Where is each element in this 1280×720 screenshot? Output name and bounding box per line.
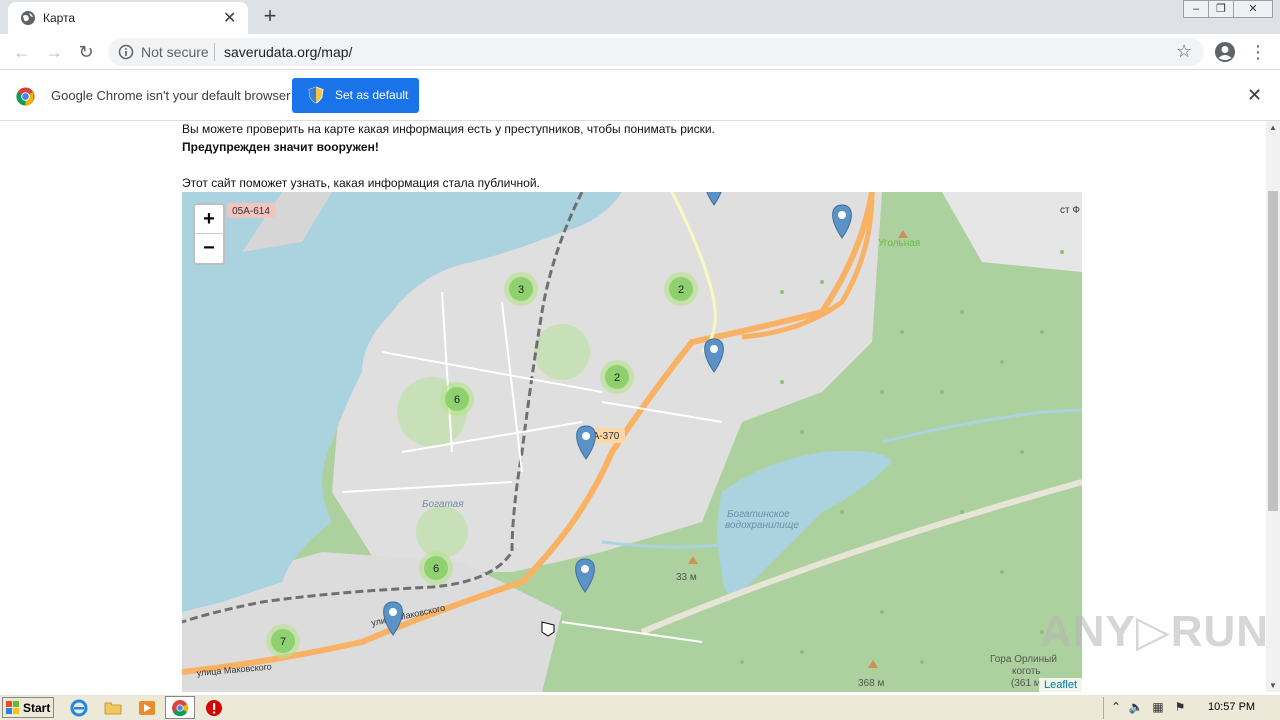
tab-strip: Карта ✕ + – ❐ ✕ xyxy=(0,0,1280,34)
network-icon[interactable]: ▦ xyxy=(1150,700,1166,716)
chrome-icon xyxy=(172,700,189,717)
zoom-out-button[interactable]: − xyxy=(195,234,223,263)
url-text[interactable]: saverudata.org/map/ xyxy=(224,44,352,60)
label-reservoir-1: Богатинское xyxy=(727,509,790,520)
tab-karta[interactable]: Карта ✕ xyxy=(8,2,248,34)
scroll-thumb[interactable] xyxy=(1268,191,1278,511)
marker-cluster[interactable]: 2 xyxy=(664,272,698,306)
zoom-control: + − xyxy=(193,203,225,265)
security-label: Not secure xyxy=(141,44,209,60)
window-close-button[interactable]: ✕ xyxy=(1233,0,1273,18)
taskbar-clock[interactable]: 10:57 PM xyxy=(1208,701,1255,713)
windows-taskbar: Start ⌃ 🔈 ▦ ⚑ 10:57 PM xyxy=(0,694,1280,720)
anyrun-watermark: ANY▷RUN xyxy=(1040,607,1270,656)
address-bar[interactable]: Not secure saverudata.org/map/ ☆ xyxy=(108,38,1204,66)
cluster-count: 2 xyxy=(678,284,684,296)
cluster-count: 6 xyxy=(433,563,439,575)
leaflet-map[interactable]: 05А-614 А-370 ст Ф Угольная Богатинское … xyxy=(182,192,1082,692)
media-player-icon[interactable] xyxy=(138,699,156,717)
bookmark-star-icon[interactable]: ☆ xyxy=(1176,41,1192,62)
warning-text: Предупрежден значит вооружен! xyxy=(182,140,379,154)
cluster-count: 7 xyxy=(280,636,286,648)
cluster-count: 6 xyxy=(454,394,460,406)
chrome-taskbar-button[interactable] xyxy=(165,696,195,719)
minimize-button[interactable]: – xyxy=(1183,0,1209,18)
zoom-in-button[interactable]: + xyxy=(195,205,223,234)
label-bogataya: Богатая xyxy=(422,499,464,510)
road-label-05a614: 05А-614 xyxy=(232,206,270,217)
marker-cluster[interactable]: 6 xyxy=(440,382,474,416)
action-center-flag-icon[interactable]: ⚑ xyxy=(1172,700,1188,716)
tab-close-icon[interactable]: ✕ xyxy=(223,8,236,28)
label-ugolnaya: Угольная xyxy=(878,238,920,249)
label-elev-33: 33 м xyxy=(676,572,697,583)
marker-cluster[interactable]: 3 xyxy=(504,272,538,306)
globe-icon xyxy=(21,11,35,25)
marker-cluster[interactable]: 6 xyxy=(419,551,453,585)
ie-icon[interactable] xyxy=(70,699,88,717)
scroll-up-icon[interactable]: ▲ xyxy=(1269,123,1277,132)
tray-expand-icon[interactable]: ⌃ xyxy=(1108,700,1124,716)
park-3 xyxy=(416,506,468,558)
label-kogot: коготь xyxy=(1012,666,1041,677)
park-2 xyxy=(534,324,590,380)
reload-button[interactable]: ↻ xyxy=(74,40,98,64)
omnibox-divider xyxy=(214,43,215,61)
cluster-count: 2 xyxy=(614,372,620,384)
browser-toolbar: ← → ↻ Not secure saverudata.org/map/ ☆ ⋮ xyxy=(0,34,1280,70)
marker-cluster[interactable]: 2 xyxy=(600,360,634,394)
chrome-menu-button[interactable]: ⋮ xyxy=(1248,40,1268,64)
forward-button[interactable]: → xyxy=(42,40,66,64)
start-label: Start xyxy=(23,701,51,715)
windows-logo-icon xyxy=(6,701,19,714)
label-reservoir-2: водохранилище xyxy=(725,520,799,531)
info-text: Этот сайт поможет узнать, какая информац… xyxy=(182,176,540,190)
start-button[interactable]: Start xyxy=(2,697,54,718)
uac-shield-icon xyxy=(308,86,324,104)
info-icon[interactable] xyxy=(118,44,134,60)
infobar-message: Google Chrome isn't your default browser xyxy=(51,88,291,103)
label-elev-361: (361 м xyxy=(1011,678,1041,689)
map-attribution: Leaflet xyxy=(1038,678,1082,692)
maximize-button[interactable]: ❐ xyxy=(1208,0,1234,18)
default-browser-infobar: Google Chrome isn't your default browser… xyxy=(0,71,1280,121)
scroll-down-icon[interactable]: ▼ xyxy=(1269,681,1277,690)
maximize-icon: ❐ xyxy=(1216,3,1226,15)
back-button[interactable]: ← xyxy=(10,40,34,64)
intro-text: Вы можете проверить на карте какая инфор… xyxy=(182,122,715,136)
chrome-logo-icon xyxy=(16,87,35,106)
map-tiles: 05А-614 А-370 ст Ф Угольная Богатинское … xyxy=(182,192,1082,692)
minimize-icon: – xyxy=(1192,3,1200,15)
profile-avatar-icon[interactable] xyxy=(1214,41,1236,63)
tab-title: Карта xyxy=(43,11,76,25)
cluster-count: 3 xyxy=(518,284,524,296)
folder-icon[interactable] xyxy=(104,699,122,717)
label-elev-368: 368 м xyxy=(858,678,884,689)
infobar-close-icon[interactable]: ✕ xyxy=(1247,85,1262,106)
label-st-f: ст Ф xyxy=(1060,205,1080,216)
volume-icon[interactable]: 🔈 xyxy=(1128,700,1144,716)
opera-icon[interactable] xyxy=(205,699,223,717)
road-label-a370: А-370 xyxy=(593,431,620,442)
system-tray: ⌃ 🔈 ▦ ⚑ 10:57 PM xyxy=(1103,697,1280,719)
new-tab-button[interactable]: + xyxy=(258,4,282,28)
set-as-default-label: Set as default xyxy=(335,88,409,102)
window-close-icon: ✕ xyxy=(1248,3,1258,15)
marker-cluster[interactable]: 7 xyxy=(266,624,300,658)
set-as-default-button[interactable]: Set as default xyxy=(292,78,419,113)
leaflet-link[interactable]: Leaflet xyxy=(1044,679,1077,691)
